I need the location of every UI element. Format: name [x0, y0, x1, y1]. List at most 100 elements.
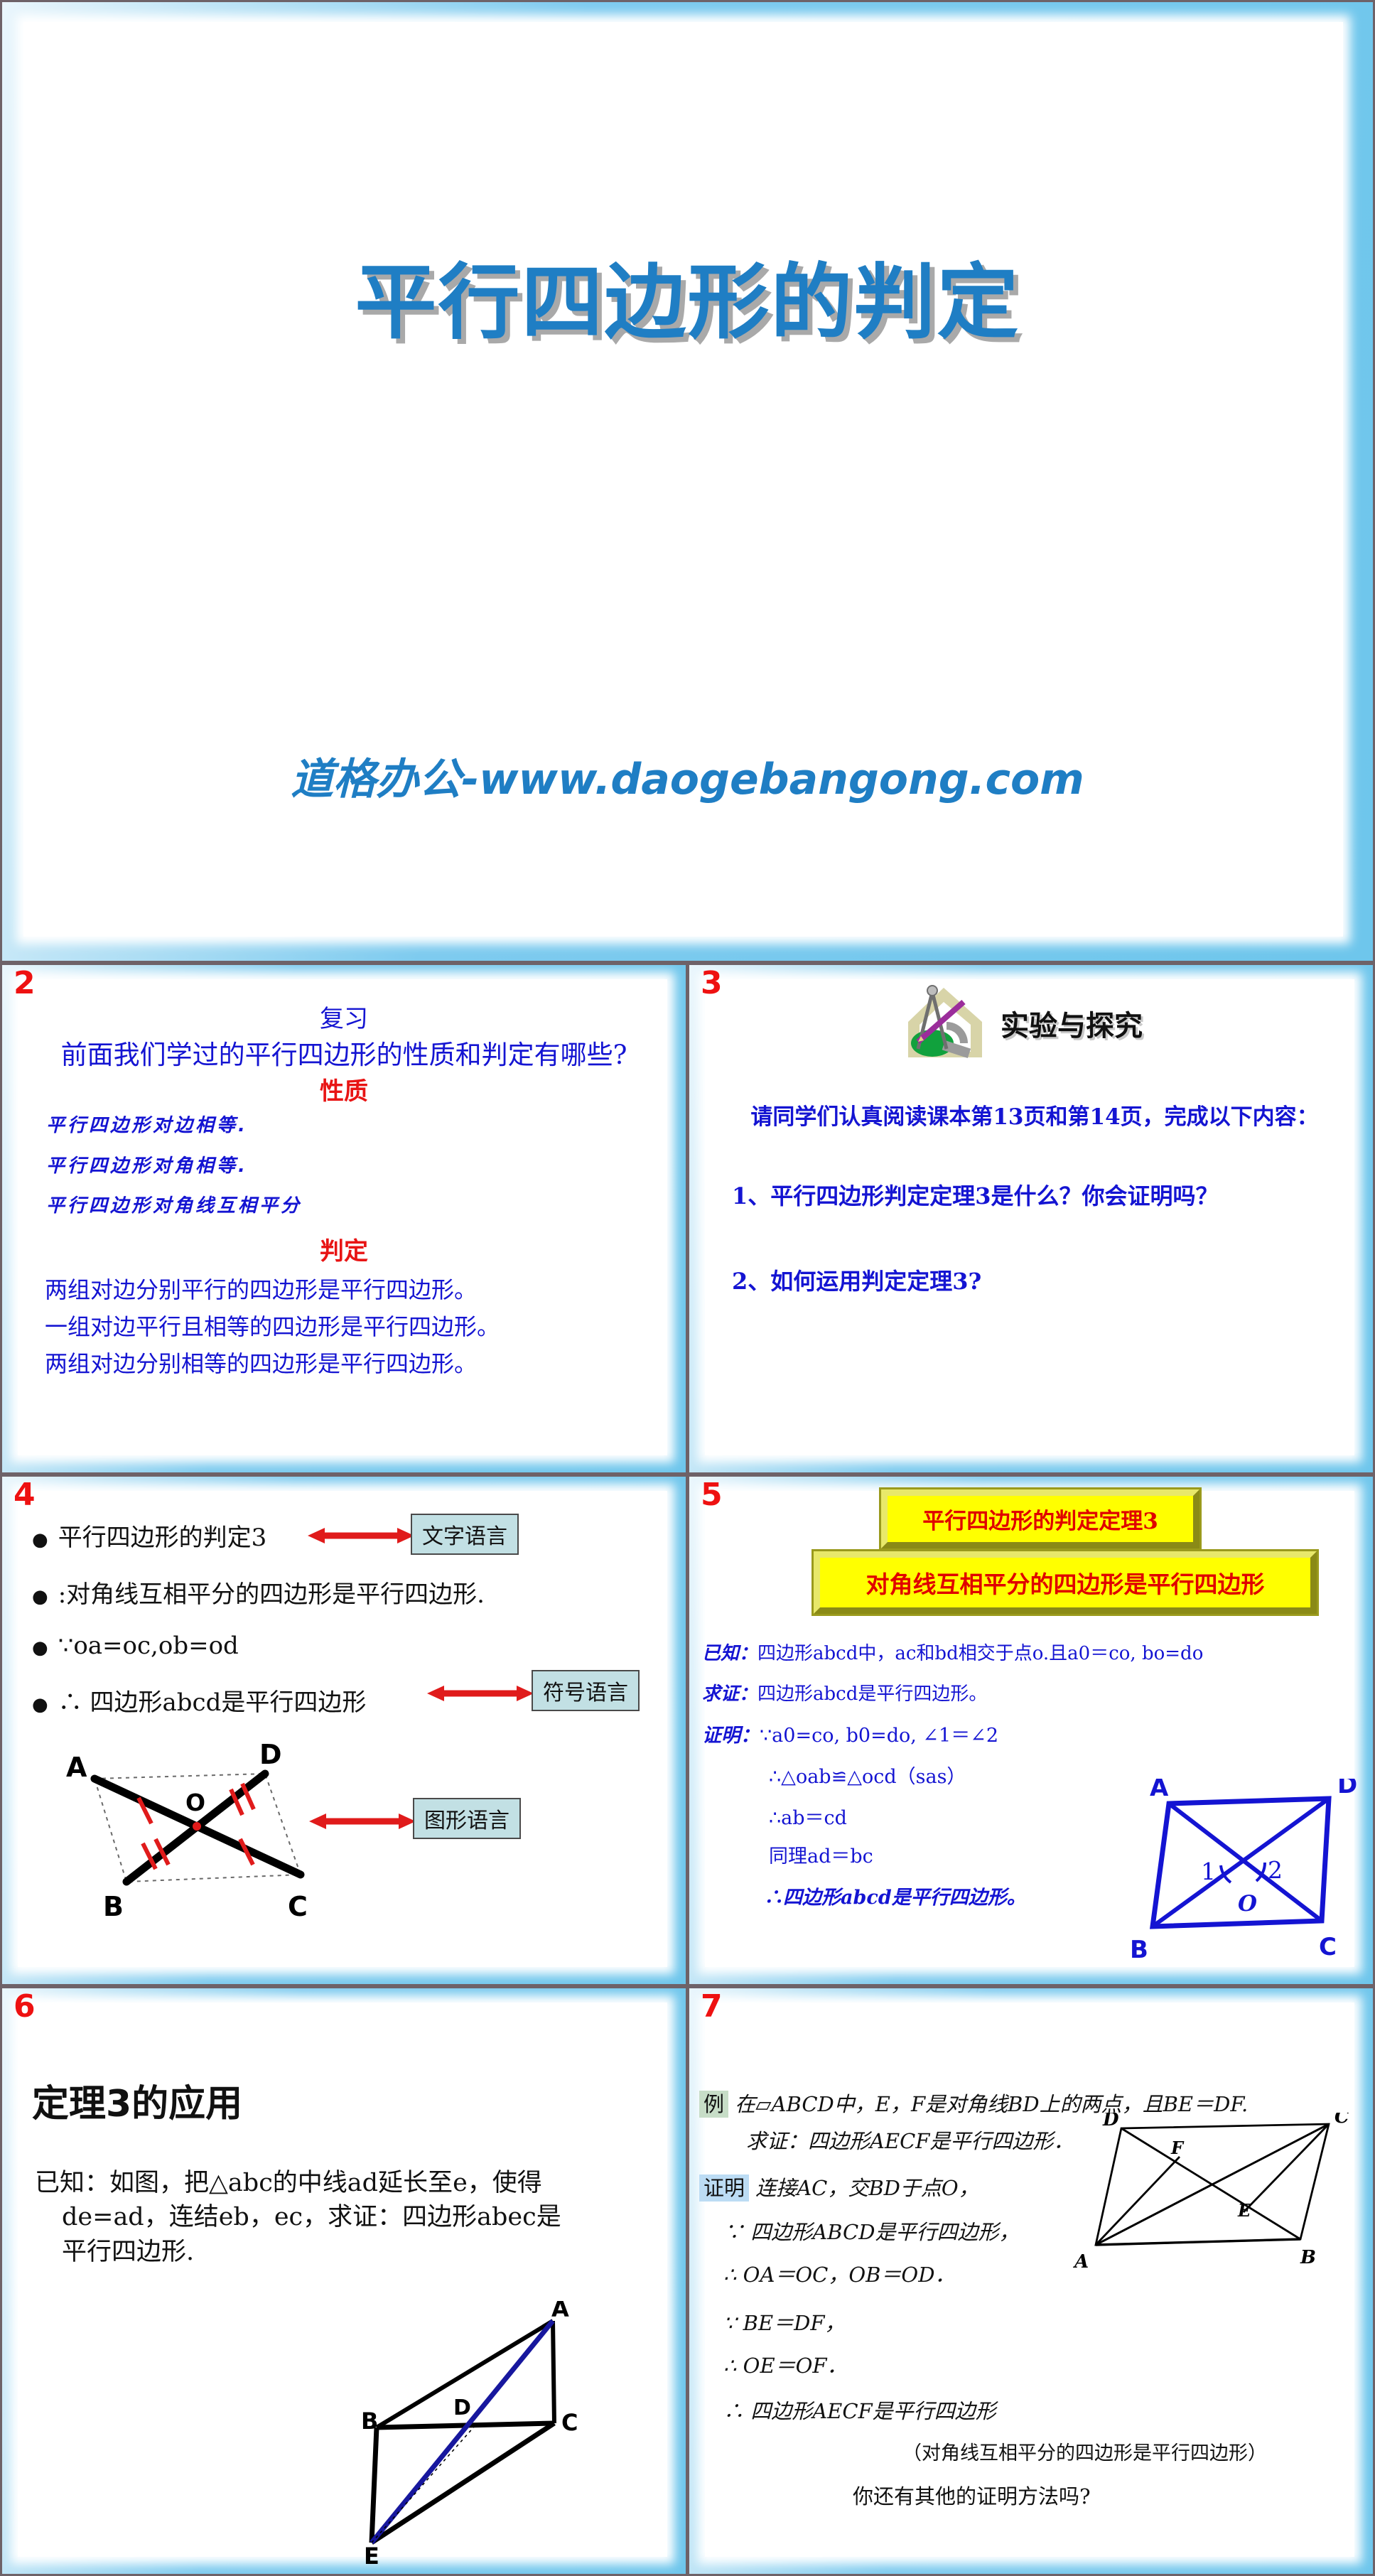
explore-question-2: 2、如何运用判定定理3? — [732, 1268, 982, 1295]
parallelogram-figure-4: A D O B C — [52, 1739, 350, 1935]
theorem3-statement-box: 对角线互相平分的四边形是平行四边形 — [811, 1549, 1319, 1616]
slide-3-number: 3 — [701, 965, 723, 1001]
slide-7-number: 7 — [701, 1988, 723, 2025]
problem-line-3: 平行四边形. — [62, 2237, 195, 2266]
slide-4-number: 4 — [14, 1477, 36, 1513]
slide-6-number: 6 — [14, 1988, 36, 2025]
given-line: 已知：四边形abcd中，ac和bd相交于点o.且a0＝co, bo=do — [702, 1639, 1203, 1665]
slide-7: 7 例 在▱ABCD中，E，F是对角线BD上的两点，且BE＝DF. 求证：四边形… — [687, 1986, 1375, 2576]
criteria3-line-3: ● ∵oa=oc,ob=od — [32, 1632, 239, 1660]
criteria3-text-4: ∴ 四边形abcd是平行四边形 — [58, 1688, 367, 1717]
compass-ruler-icon — [902, 981, 988, 1066]
slide-5-number: 5 — [701, 1477, 723, 1513]
figure-label-B: B — [103, 1891, 124, 1922]
problem-line-2: de=ad，连结eb，ec，求证：四边形abec是 — [62, 2203, 561, 2232]
proof-line-2: ∴△oab≌△ocd（sas） — [769, 1766, 966, 1788]
figure-label-D: D — [453, 2396, 471, 2420]
figure-label-D: D — [259, 1740, 282, 1770]
figure-label-B: B — [1300, 2247, 1316, 2268]
criterion-item-2: 一组对边平行且相等的四边形是平行四边形。 — [45, 1313, 500, 1340]
given-text: 四边形abcd中，ac和bd相交于点o.且a0＝co, bo=do — [757, 1643, 1204, 1664]
figure-label-1: 1 — [1201, 1858, 1216, 1885]
figure-label-A: A — [1150, 1779, 1169, 1802]
figure-label-F: F — [1170, 2138, 1185, 2158]
proof-line-5: ∴四边形abcd是平行四边形。 — [764, 1887, 1026, 1909]
bullet-dot: ● — [32, 1637, 48, 1659]
property-item-2: 平行四边形对角相等. — [46, 1155, 248, 1177]
proof-line-3: ∴ab＝cd — [769, 1807, 847, 1829]
criteria3-text-1: 平行四边形的判定3 — [58, 1524, 267, 1552]
figure-label-E: E — [364, 2543, 379, 2564]
page-title: 平行四边形的判定 — [355, 255, 1020, 350]
figure-label-A: A — [66, 1752, 87, 1783]
proof-line-4: 同理ad＝bc — [769, 1845, 873, 1868]
problem-line-1: 已知：如图，把△abc的中线ad延长至e，使得 — [35, 2169, 542, 2197]
bullet-dot: ● — [32, 1694, 48, 1715]
problem-statement: 已知：如图，把△abc的中线ad延长至e，使得 de=ad，连结eb，ec，求证… — [35, 2166, 672, 2269]
proof-label: 证明： — [702, 1725, 760, 1747]
figure-label-D: D — [1337, 1779, 1357, 1799]
double-arrow-icon — [308, 1526, 414, 1543]
tag-symbol-language: 符号语言 — [532, 1670, 640, 1711]
criteria3-text-2: :对角线互相平分的四边形是平行四边形. — [58, 1580, 485, 1609]
tag-text-language: 文字语言 — [411, 1514, 519, 1555]
figure-label-O: O — [1238, 1891, 1257, 1917]
criteria-heading: 判定 — [320, 1237, 368, 1266]
tag-figure-language: 图形语言 — [413, 1798, 521, 1839]
figure-label-D: D — [1102, 2113, 1119, 2130]
figure-label-E: E — [1237, 2200, 1251, 2221]
proof-step-2: ∴ OA＝OC，OB＝OD． — [723, 2263, 956, 2287]
prove-text: 四边形abcd是平行四边形。 — [757, 1683, 988, 1705]
proof-intro: 连接AC，交BD于点O， — [755, 2176, 979, 2200]
review-heading: 复习 — [320, 1005, 368, 1033]
proof-line-0: 证明：∵a0=co, b0=do, ∠1＝∠2 — [702, 1720, 998, 1747]
slide-6: 6 定理3的应用 已知：如图，把△abc的中线ad延长至e，使得 de=ad，连… — [0, 1986, 688, 2576]
example-tag: 例 — [699, 2091, 729, 2118]
prove-line: 求证：四边形abcd是平行四边形。 — [702, 1679, 987, 1705]
slide-2: 2 复习 前面我们学过的平行四边形的性质和判定有哪些? 性质 平行四边形对边相等… — [0, 963, 688, 1475]
closing-question: 你还有其他的证明方法吗? — [853, 2484, 1091, 2508]
property-item-1: 平行四边形对边相等. — [46, 1115, 248, 1136]
slide-1: 平行四边形的判定 道格办公-www.daogebangong.com — [0, 0, 1375, 963]
proof-step-3: ∵ BE＝DF， — [723, 2311, 846, 2335]
slide-5: 5 平行四边形的判定定理3 对角线互相平分的四边形是平行四边形 已知：四边形ab… — [687, 1475, 1375, 1986]
figure-label-O: O — [185, 1789, 205, 1816]
properties-heading: 性质 — [320, 1077, 368, 1106]
parallelogram-figure-7: D C F E A B — [1066, 2106, 1364, 2280]
given-label: 已知： — [702, 1643, 758, 1664]
theorem3-application-title: 定理3的应用 — [32, 2083, 243, 2125]
proof-tag: 证明 — [699, 2174, 750, 2202]
watermark-text: 道格办公-www.daogebangong.com — [291, 755, 1084, 804]
slide-2-number: 2 — [14, 965, 36, 1001]
example-prove: 求证：四边形AECF是平行四边形． — [746, 2129, 1074, 2153]
figure-label-2: 2 — [1268, 1856, 1283, 1884]
proof-note: （对角线互相平分的四边形是平行四边形） — [902, 2442, 1267, 2464]
read-instruction: 请同学们认真阅读课本第13页和第14页，完成以下内容： — [750, 1104, 1319, 1130]
criterion-item-3: 两组对边分别相等的四边形是平行四边形。 — [45, 1350, 478, 1377]
criteria3-line-2: ● :对角线互相平分的四边形是平行四边形. — [32, 1575, 485, 1610]
parallelogram-figure-5: A D 1 2 O B C — [1116, 1771, 1371, 1974]
property-item-3: 平行四边形对角线互相平分 — [46, 1195, 303, 1217]
proof-step-5: ∴ 四边形AECF是平行四边形 — [723, 2399, 996, 2423]
theorem3-title-box: 平行四边形的判定定理3 — [879, 1487, 1202, 1551]
bullet-dot: ● — [32, 1586, 48, 1607]
slide-4: 4 ● 平行四边形的判定3 ● :对角线互相平分的四边形是平行四边形. ● ∵oa=o… — [0, 1475, 688, 1986]
figure-label-B: B — [1130, 1936, 1148, 1964]
criteria3-line-1: ● 平行四边形的判定3 — [32, 1518, 266, 1553]
proof-step-1: ∵ 四边形ABCD是平行四边形， — [723, 2220, 1020, 2244]
figure-label-A: A — [1072, 2251, 1089, 2273]
criterion-item-1: 两组对边分别平行的四边形是平行四边形。 — [45, 1276, 478, 1303]
experiment-banner-label: 实验与探究 — [1001, 1010, 1143, 1042]
bullet-dot: ● — [32, 1529, 48, 1551]
experiment-banner: 实验与探究 — [902, 981, 1143, 1066]
proof-row: 证明 连接AC，交BD于点O， — [699, 2172, 979, 2202]
review-question: 前面我们学过的平行四边形的性质和判定有哪些? — [60, 1040, 627, 1070]
figure-label-C: C — [1319, 1933, 1337, 1961]
double-arrow-icon — [427, 1684, 534, 1701]
figure-label-B: B — [361, 2408, 378, 2435]
proof-step-4: ∴ OE＝OF． — [723, 2354, 848, 2378]
triangle-figure-6: A B D C E — [361, 2295, 674, 2570]
figure-label-C: C — [561, 2409, 578, 2436]
figure-label-C: C — [1334, 2113, 1349, 2128]
figure-label-C: C — [288, 1891, 308, 1922]
